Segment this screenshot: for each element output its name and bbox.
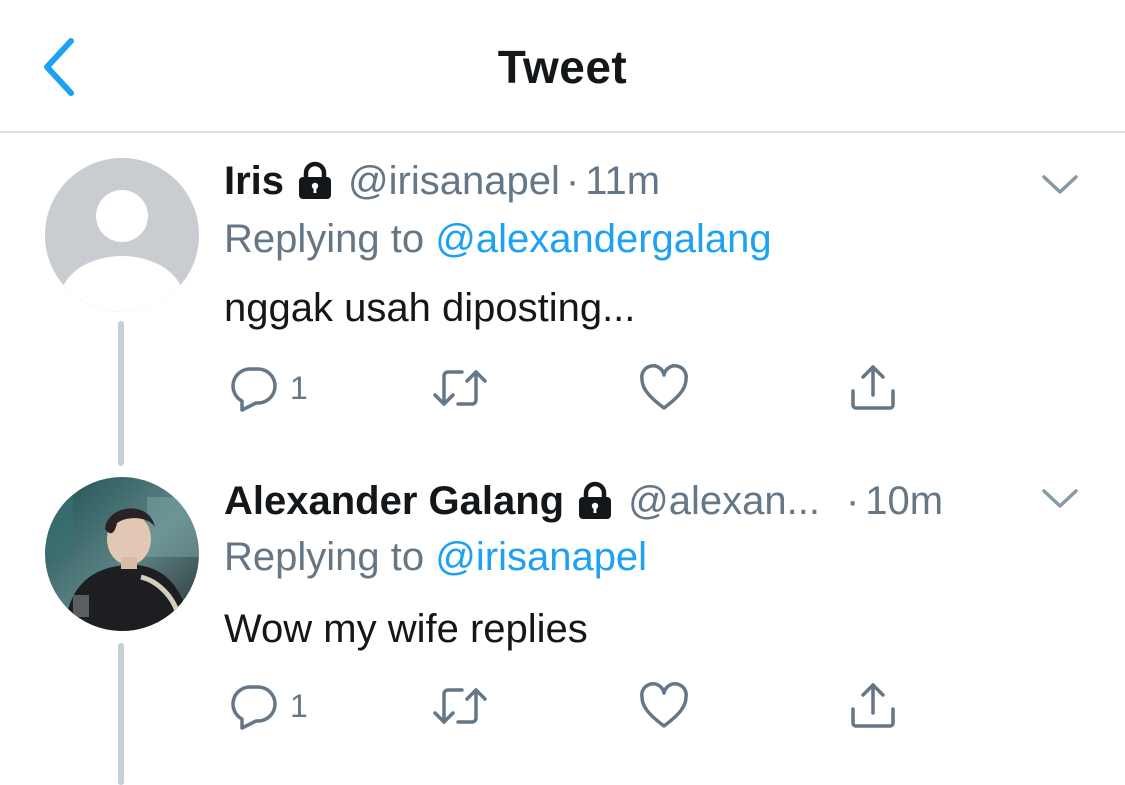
replying-to-line: Replying to @alexandergalang [224, 217, 772, 262]
thread-connector-line [118, 643, 124, 785]
tweet-options-button[interactable] [1040, 487, 1080, 511]
tweet-text: nggak usah diposting... [224, 286, 636, 330]
retweet-icon [433, 688, 487, 724]
tweet-text: Wow my wife replies [224, 607, 588, 651]
tweet-options-button[interactable] [1040, 173, 1080, 197]
tweet[interactable]: Alexander Galang @alexan... · 10m Replyi… [0, 455, 1125, 785]
retweet-icon [433, 370, 487, 406]
like-icon [640, 682, 688, 728]
replying-prefix: Replying to [224, 217, 425, 261]
photo-avatar-icon [45, 477, 199, 631]
like-button[interactable] [638, 363, 690, 413]
page-title: Tweet [497, 41, 628, 93]
separator-dot: · [565, 158, 580, 203]
thread-connector-line [118, 321, 124, 466]
reply-count: 1 [290, 687, 308, 724]
reply-button[interactable]: 1 [230, 363, 308, 413]
user-handle[interactable]: @irisanapel [348, 159, 560, 204]
lock-icon [576, 481, 614, 521]
default-avatar-icon [45, 158, 199, 312]
retweet-button[interactable] [430, 363, 490, 413]
retweet-button[interactable] [430, 681, 490, 731]
reply-count: 1 [290, 369, 308, 406]
tweet[interactable]: Iris @irisanapel · 11m Replying to @alex… [0, 133, 1125, 466]
like-button[interactable] [638, 681, 690, 731]
separator-dot: · [845, 478, 860, 523]
timestamp[interactable]: 11m [585, 159, 660, 204]
share-icon [851, 683, 895, 728]
mention-link[interactable]: @alexandergalang [435, 217, 771, 261]
tweet-header: Iris @irisanapel · 11m [224, 153, 660, 209]
chevron-down-icon [1042, 489, 1078, 508]
tweet-header: Alexander Galang @alexan... · 10m [224, 473, 943, 529]
like-icon [640, 364, 688, 410]
avatar[interactable] [45, 158, 199, 312]
display-name[interactable]: Alexander Galang [224, 479, 564, 524]
replying-to-line: Replying to @irisanapel [224, 535, 647, 580]
reply-icon [231, 367, 277, 412]
display-name[interactable]: Iris [224, 159, 284, 204]
share-icon [851, 365, 895, 410]
top-nav-bar: Tweet [0, 0, 1125, 133]
tweet-actions: 1 [224, 681, 924, 731]
chevron-down-icon [1042, 175, 1078, 194]
mention-link[interactable]: @irisanapel [435, 535, 647, 579]
replying-prefix: Replying to [224, 535, 425, 579]
share-button[interactable] [847, 681, 899, 731]
tweet-actions: 1 [224, 363, 924, 413]
avatar[interactable] [45, 477, 199, 631]
reply-button[interactable]: 1 [230, 681, 308, 731]
timestamp[interactable]: 10m [865, 479, 943, 524]
reply-icon [231, 685, 277, 730]
share-button[interactable] [847, 363, 899, 413]
user-handle[interactable]: @alexan... [628, 479, 820, 524]
lock-icon [296, 161, 334, 201]
